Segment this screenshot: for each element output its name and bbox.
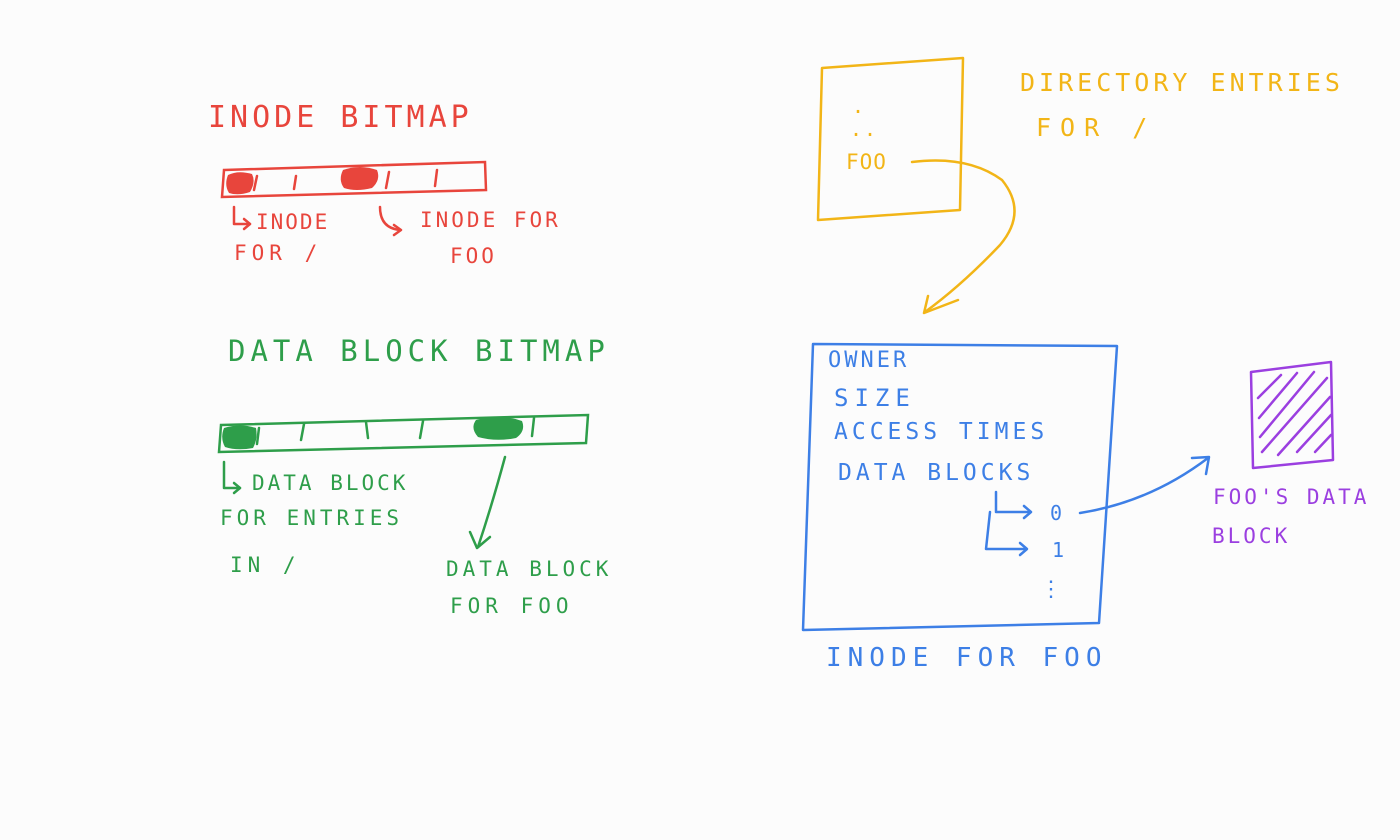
inode-field-size: SIZE	[834, 384, 916, 412]
inode-foo-label-line1: INODE FOR	[420, 208, 561, 232]
inode-field-owner: OWNER	[828, 348, 910, 373]
directory-to-inode-arrow	[910, 159, 1016, 315]
inode-bitmap-filled-cells	[226, 167, 379, 195]
data-bitmap-title: DATA BLOCK BITMAP	[228, 334, 610, 368]
dir-entry-dot: .	[852, 94, 865, 118]
directory-title-line1: DIRECTORY ENTRIES	[1020, 68, 1344, 97]
directory-block-box	[816, 56, 965, 222]
inode-root-label-line2: FOR /	[234, 241, 323, 265]
foo-data-block-shape	[1249, 360, 1335, 470]
data-foo-label-line2: FOR FOO	[450, 594, 574, 618]
dir-entry-foo: FOO	[846, 150, 887, 174]
inode-foo-caption: INODE FOR FOO	[826, 643, 1108, 673]
directory-title-line2: FOR /	[1036, 113, 1157, 142]
inode-field-data-blocks: DATA BLOCKS	[838, 460, 1035, 486]
data-foo-label-line1: DATA BLOCK	[446, 557, 613, 581]
inode-block-pointer-1: 1	[1052, 538, 1065, 562]
data-root-label-line2: FOR ENTRIES	[220, 506, 404, 530]
dir-entry-dotdot: ..	[850, 117, 879, 141]
inode-block-pointer-0: 0	[1050, 501, 1063, 525]
data-bitmap-bar	[217, 413, 590, 454]
data-root-label-line3: IN /	[230, 553, 301, 577]
inode-block-pointer-more: ⋮	[1040, 577, 1062, 602]
data-root-label-line1: DATA BLOCK	[252, 471, 409, 495]
foo-data-block-label-line2: BLOCK	[1212, 524, 1291, 548]
inode-foo-label-line2: FOO	[450, 244, 497, 268]
foo-data-block-label-line1: FOO'S DATA	[1213, 485, 1370, 509]
inode-root-label-line1: INODE	[256, 210, 330, 234]
inode-bitmap-title: INODE BITMAP	[208, 100, 473, 135]
inode-field-access-times: ACCESS TIMES	[834, 419, 1049, 445]
